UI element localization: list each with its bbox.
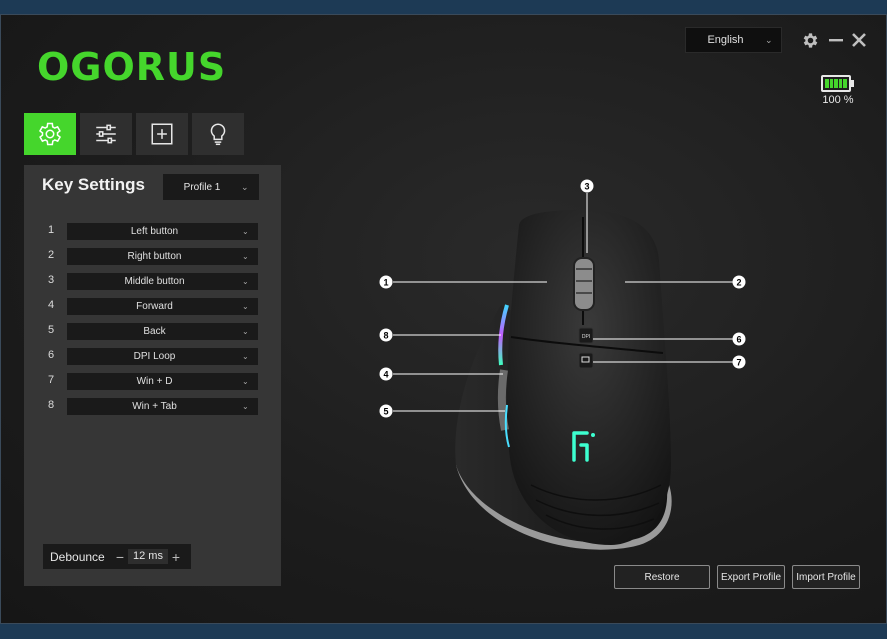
- key-row: 4 Forward ⌄: [24, 298, 281, 315]
- key-value: DPI Loop: [133, 351, 176, 362]
- app-window: OGORUS English ⌄ 100 % Key Settings Prof…: [0, 14, 887, 624]
- key-1-select[interactable]: Left button ⌄: [67, 223, 258, 240]
- key-settings-panel: Key Settings Profile 1 ⌄ 1 Left button ⌄ …: [24, 165, 281, 586]
- callout-5: 5: [379, 404, 393, 418]
- key-number: 8: [48, 399, 55, 411]
- key-7-select[interactable]: Win + D ⌄: [67, 373, 258, 390]
- key-number: 4: [48, 299, 55, 311]
- svg-text:DPI: DPI: [582, 334, 590, 340]
- battery-percent: 100 %: [822, 94, 854, 106]
- macro-plus-icon: [151, 123, 173, 145]
- svg-text:7: 7: [736, 358, 741, 368]
- debounce-label: Debounce: [50, 549, 105, 564]
- svg-text:5: 5: [383, 407, 388, 417]
- tab-macro[interactable]: [136, 113, 188, 155]
- chevron-down-icon: ⌄: [242, 227, 249, 236]
- close-icon: [852, 33, 866, 47]
- chevron-down-icon: ⌄: [242, 402, 249, 411]
- mouse-diagram: DPI 1 2 3 4 5 6 7 8: [379, 179, 746, 550]
- main-tabs: [24, 113, 244, 155]
- minimize-icon: [829, 39, 843, 42]
- export-profile-button[interactable]: Export Profile: [717, 565, 785, 589]
- gear-icon: [803, 32, 817, 48]
- close-button[interactable]: [848, 27, 870, 53]
- key-row: 2 Right button ⌄: [24, 248, 281, 265]
- brand-logo: OGORUS: [37, 45, 227, 89]
- debounce-increase-button[interactable]: +: [170, 549, 182, 565]
- gear-icon: [38, 122, 62, 146]
- key-number: 7: [48, 374, 55, 386]
- svg-text:8: 8: [383, 331, 388, 341]
- chevron-down-icon: ⌄: [242, 377, 249, 386]
- chevron-down-icon: ⌄: [242, 352, 249, 361]
- profile-select[interactable]: Profile 1 ⌄: [163, 174, 259, 200]
- chevron-down-icon: ⌄: [242, 302, 249, 311]
- callout-2: 2: [732, 275, 746, 289]
- debounce-control: Debounce − 12 ms +: [43, 544, 191, 569]
- svg-text:1: 1: [383, 278, 388, 288]
- import-profile-button[interactable]: Import Profile: [792, 565, 860, 589]
- callout-3: 3: [580, 179, 594, 193]
- chevron-down-icon: ⌄: [242, 327, 249, 336]
- key-value: Forward: [136, 301, 173, 312]
- restore-button[interactable]: Restore: [614, 565, 710, 589]
- key-value: Win + Tab: [132, 401, 177, 412]
- language-value: English: [707, 34, 744, 46]
- settings-gear-button[interactable]: [799, 27, 821, 53]
- key-row: 3 Middle button ⌄: [24, 273, 281, 290]
- debounce-decrease-button[interactable]: −: [114, 549, 126, 565]
- key-row: 1 Left button ⌄: [24, 223, 281, 240]
- svg-text:6: 6: [736, 335, 741, 345]
- callout-6: 6: [732, 332, 746, 346]
- key-row: 7 Win + D ⌄: [24, 373, 281, 390]
- tab-performance[interactable]: [80, 113, 132, 155]
- mouse-image: DPI: [455, 210, 672, 550]
- svg-text:2: 2: [736, 278, 741, 288]
- svg-text:4: 4: [383, 370, 388, 380]
- chevron-down-icon: ⌄: [242, 252, 249, 261]
- panel-title: Key Settings: [42, 175, 145, 194]
- key-row: 6 DPI Loop ⌄: [24, 348, 281, 365]
- sliders-icon: [96, 124, 116, 144]
- key-number: 5: [48, 324, 55, 336]
- svg-text:3: 3: [584, 182, 589, 192]
- tab-key-settings[interactable]: [24, 113, 76, 155]
- key-value: Win + D: [136, 376, 173, 387]
- chevron-down-icon: ⌄: [765, 34, 773, 45]
- minimize-button[interactable]: [825, 27, 847, 53]
- key-number: 6: [48, 349, 55, 361]
- key-number: 3: [48, 274, 55, 286]
- key-value: Back: [143, 326, 166, 337]
- language-select[interactable]: English ⌄: [685, 27, 782, 53]
- tab-lighting[interactable]: [192, 113, 244, 155]
- key-5-select[interactable]: Back ⌄: [67, 323, 258, 340]
- key-row: 5 Back ⌄: [24, 323, 281, 340]
- key-6-select[interactable]: DPI Loop ⌄: [67, 348, 258, 365]
- key-8-select[interactable]: Win + Tab ⌄: [67, 398, 258, 415]
- debounce-value: 12 ms: [128, 549, 168, 564]
- chevron-down-icon: ⌄: [241, 181, 249, 192]
- callout-1: 1: [379, 275, 393, 289]
- key-2-select[interactable]: Right button ⌄: [67, 248, 258, 265]
- battery-icon: [821, 75, 851, 92]
- key-row: 8 Win + Tab ⌄: [24, 398, 281, 415]
- chevron-down-icon: ⌄: [242, 277, 249, 286]
- callout-4: 4: [379, 367, 393, 381]
- key-3-select[interactable]: Middle button ⌄: [67, 273, 258, 290]
- lightbulb-icon: [210, 123, 226, 146]
- battery-indicator: 100 %: [821, 75, 857, 106]
- key-value: Left button: [130, 226, 179, 237]
- callout-7: 7: [732, 355, 746, 369]
- key-4-select[interactable]: Forward ⌄: [67, 298, 258, 315]
- key-value: Right button: [127, 251, 182, 262]
- key-number: 1: [48, 224, 55, 236]
- profile-value: Profile 1: [183, 181, 221, 193]
- key-value: Middle button: [124, 276, 185, 287]
- callout-8: 8: [379, 328, 393, 342]
- key-number: 2: [48, 249, 55, 261]
